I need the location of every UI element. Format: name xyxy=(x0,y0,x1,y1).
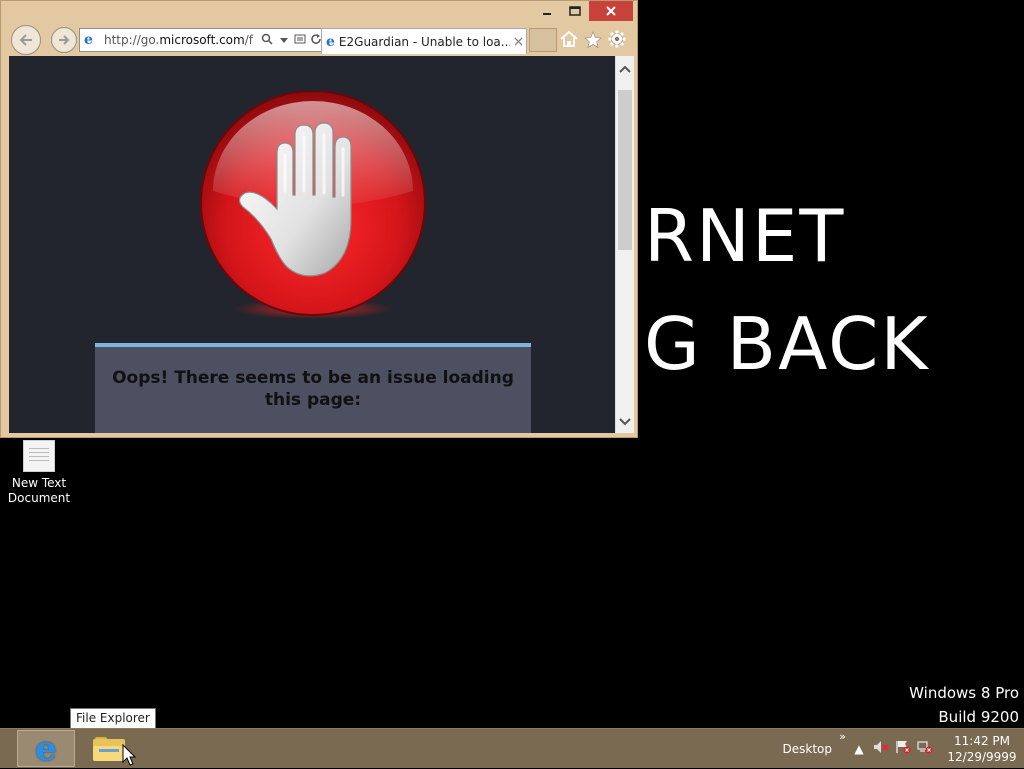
flag-error-icon xyxy=(895,740,911,754)
window-caption-buttons xyxy=(533,1,633,21)
volume-muted-icon xyxy=(873,740,889,754)
minimize-button[interactable] xyxy=(533,1,561,21)
back-arrow-icon xyxy=(18,33,34,47)
desktop-toolbar[interactable]: Desktop » xyxy=(783,742,833,756)
tab-e2guardian[interactable]: e E2Guardian - Unable to loa... xyxy=(321,28,527,54)
scrollbar-thumb[interactable] xyxy=(618,90,632,250)
address-bar[interactable]: e http://go.microsoft.com/f xyxy=(79,28,325,52)
taskbar: e Desktop » ▲ 11:42 PM 12/29/9999 xyxy=(0,728,1024,768)
toolbar-expand-chevron[interactable]: » xyxy=(839,730,846,743)
desktop-icon-new-text-document[interactable]: New Text Document xyxy=(6,440,72,506)
tab-title: E2Guardian - Unable to loa... xyxy=(339,35,510,49)
search-icon xyxy=(261,33,275,45)
page-content: Oops! There seems to be an issue loading… xyxy=(9,56,615,433)
folder-icon xyxy=(93,737,125,761)
show-hidden-icons-button[interactable]: ▲ xyxy=(848,742,870,756)
maximize-button[interactable] xyxy=(561,1,589,21)
home-button[interactable] xyxy=(559,29,579,49)
vertical-scrollbar[interactable] xyxy=(615,56,634,433)
home-icon xyxy=(560,31,578,47)
windows-edition-label: Windows 8 Pro xyxy=(909,684,1019,702)
star-icon xyxy=(584,31,602,48)
taskbar-internet-explorer-button[interactable]: e xyxy=(17,730,75,767)
network-button[interactable] xyxy=(914,740,936,757)
ie-page-icon: e xyxy=(84,32,100,48)
navigation-bar: e http://go.microsoft.com/f e E2Guardian… xyxy=(9,25,629,55)
windows-build-label: Build 9200 xyxy=(938,708,1019,726)
error-message-text: Oops! There seems to be an issue loading… xyxy=(112,368,514,410)
wallpaper-text-line1: RNET xyxy=(644,200,845,272)
clock-date: 12/29/9999 xyxy=(947,750,1016,764)
maximize-icon xyxy=(569,6,581,16)
chevron-down-icon xyxy=(280,38,288,44)
search-dropdown-button[interactable] xyxy=(260,33,276,48)
close-window-button[interactable] xyxy=(589,1,633,21)
close-icon xyxy=(514,37,523,46)
address-url[interactable]: http://go.microsoft.com/f xyxy=(104,33,260,47)
ie-tab-icon: e xyxy=(326,34,335,50)
system-tray: Desktop » ▲ 11:42 PM 12/29/9999 xyxy=(783,729,1024,768)
action-center-button[interactable] xyxy=(892,740,914,757)
address-dropdown-button[interactable] xyxy=(276,34,292,47)
back-button[interactable] xyxy=(11,25,41,55)
browser-window: e http://go.microsoft.com/f e E2Guardian… xyxy=(0,0,638,438)
file-explorer-tooltip: File Explorer xyxy=(70,708,156,729)
url-suffix: /f xyxy=(245,33,253,47)
text-document-icon xyxy=(23,440,55,472)
scroll-up-button[interactable] xyxy=(616,60,634,78)
compatibility-icon xyxy=(294,33,306,45)
browser-toolbar-icons xyxy=(559,29,627,49)
chevron-up-icon xyxy=(619,65,631,73)
network-disconnected-icon xyxy=(917,740,933,754)
new-tab-button[interactable] xyxy=(529,28,557,52)
desktop-toolbar-label: Desktop xyxy=(783,742,833,756)
clock-time: 11:42 PM xyxy=(954,734,1010,748)
clock[interactable]: 11:42 PM 12/29/9999 xyxy=(944,733,1020,765)
internet-explorer-icon: e xyxy=(35,732,57,766)
forward-arrow-icon xyxy=(57,34,71,46)
stop-hand-icon xyxy=(199,91,427,319)
desktop-icon-label-line1: New Text xyxy=(6,476,72,491)
tools-button[interactable] xyxy=(607,29,627,49)
scroll-down-button[interactable] xyxy=(616,413,634,431)
chevron-down-icon xyxy=(619,418,631,426)
desktop-icon-label-line2: Document xyxy=(6,491,72,506)
favorites-button[interactable] xyxy=(583,29,603,49)
close-tab-button[interactable] xyxy=(510,35,526,49)
url-domain: microsoft.com xyxy=(159,33,244,47)
error-message-box: Oops! There seems to be an issue loading… xyxy=(95,343,531,433)
gear-icon xyxy=(608,30,626,48)
minimize-icon xyxy=(542,6,552,16)
url-prefix: http://go. xyxy=(104,33,159,47)
volume-muted-button[interactable] xyxy=(870,740,892,757)
wallpaper-text-line2: G BACK xyxy=(644,308,930,380)
forward-button[interactable] xyxy=(51,27,77,53)
mouse-cursor-icon xyxy=(122,744,136,766)
close-icon xyxy=(605,5,617,17)
compatibility-view-button[interactable] xyxy=(292,33,308,48)
